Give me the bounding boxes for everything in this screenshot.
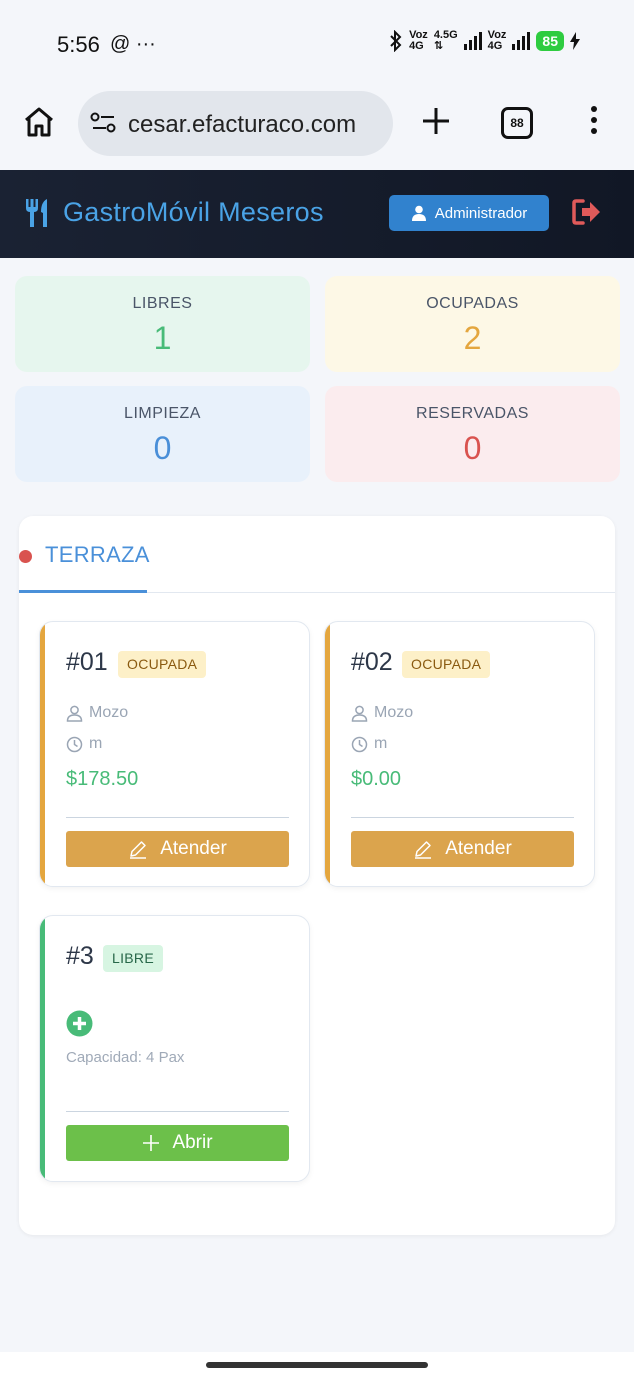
stat-card-cleaning: LIMPIEZA 0: [15, 386, 310, 482]
order-amount: $178.50: [66, 768, 139, 790]
signal-strength-icon: [512, 32, 531, 50]
user-outline-icon: [351, 705, 368, 722]
gesture-handle[interactable]: [206, 1362, 428, 1368]
stat-label: OCUPADAS: [426, 295, 519, 312]
tab-switcher-button[interactable]: 88: [501, 107, 533, 139]
table-capacity: Capacidad: 4 Pax: [66, 1049, 185, 1066]
table-number: #02: [351, 648, 393, 676]
network-label-bottom: 4G: [409, 40, 424, 52]
table-card[interactable]: #3 LIBRE Capacidad: 4 Pax Abrir: [39, 915, 310, 1182]
waiter-name: Mozo: [374, 704, 414, 721]
user-icon: [411, 205, 426, 221]
signal-strength-icon: [463, 32, 482, 50]
app-header: GastroMóvil Meseros Administrador: [0, 170, 634, 258]
active-tab-indicator: [19, 590, 147, 593]
stat-label: RESERVADAS: [416, 405, 529, 422]
elapsed-time: m: [374, 735, 388, 752]
browser-toolbar: cesar.efacturaco.com 88: [0, 88, 634, 170]
pencil-icon: [130, 841, 147, 859]
add-circle-icon[interactable]: [66, 1010, 93, 1037]
clock-icon: [66, 736, 83, 752]
time-row: m: [66, 735, 102, 753]
attend-label: Atender: [445, 838, 512, 859]
network-indicator-3: Voz 4G: [488, 30, 507, 52]
open-table-button[interactable]: Abrir: [66, 1125, 289, 1161]
logout-icon[interactable]: [572, 198, 602, 226]
open-label: Abrir: [172, 1132, 213, 1153]
attend-label: Atender: [160, 838, 227, 859]
stat-value: 0: [153, 430, 172, 466]
status-accent-bar: [40, 916, 45, 1181]
card-divider: [66, 817, 289, 818]
status-indicators: Voz 4G 4.5G ⇅ Voz 4G 85: [389, 30, 580, 52]
navigation-gesture-area: [0, 1352, 634, 1378]
stat-label: LIBRES: [132, 295, 193, 312]
stat-card-reserved: RESERVADAS 0: [325, 386, 620, 482]
network-label-bottom: 4G: [487, 40, 503, 52]
charging-icon: [570, 32, 580, 50]
network-indicator-1: Voz 4G: [409, 30, 428, 52]
network-indicator-2: 4.5G ⇅: [434, 30, 458, 52]
card-divider: [66, 1111, 289, 1112]
status-badge: LIBRE: [103, 945, 163, 972]
url-text: cesar.efacturaco.com: [128, 111, 357, 138]
waiter-row: Mozo: [351, 704, 413, 722]
status-badge: OCUPADA: [402, 651, 491, 678]
table-card[interactable]: #01 OCUPADA Mozo m $178.50 Atender: [39, 621, 310, 887]
pencil-icon: [415, 841, 432, 859]
stat-value: 0: [463, 430, 482, 466]
card-divider: [351, 817, 574, 818]
data-arrows-icon: ⇅: [433, 40, 444, 52]
attend-button[interactable]: Atender: [351, 831, 574, 867]
status-accent-bar: [325, 622, 330, 886]
tab-terraza[interactable]: TERRAZA: [45, 542, 150, 568]
stat-card-busy: OCUPADAS 2: [325, 276, 620, 372]
system-status-bar: 5:56 @ ··· Voz 4G 4.5G ⇅ Voz 4G 85: [0, 0, 634, 88]
plus-icon: [143, 1135, 160, 1151]
app-title: GastroMóvil Meseros: [63, 197, 324, 227]
status-notification-icons: @ ···: [110, 33, 156, 55]
stat-card-free: LIBRES 1: [15, 276, 310, 372]
status-accent-bar: [40, 622, 45, 886]
order-amount: $0.00: [351, 768, 402, 790]
table-card[interactable]: #02 OCUPADA Mozo m $0.00 Atender: [324, 621, 595, 887]
attend-button[interactable]: Atender: [66, 831, 289, 867]
address-bar[interactable]: cesar.efacturaco.com: [78, 91, 393, 156]
waiter-row: Mozo: [66, 704, 128, 722]
user-role-label: Administrador: [434, 204, 528, 222]
clock-icon: [351, 736, 368, 752]
stat-label: LIMPIEZA: [124, 405, 201, 422]
battery-level: 85: [536, 31, 564, 51]
zone-status-dot: [19, 550, 32, 563]
table-number: #01: [66, 648, 108, 676]
waiter-name: Mozo: [89, 704, 129, 721]
browser-menu-icon[interactable]: [586, 106, 602, 138]
home-icon[interactable]: [22, 105, 56, 139]
stat-value: 1: [153, 320, 172, 356]
status-badge: OCUPADA: [118, 651, 207, 678]
new-tab-icon[interactable]: [420, 105, 452, 137]
user-role-button[interactable]: Administrador: [389, 195, 549, 231]
bluetooth-icon: [390, 30, 402, 52]
utensils-icon: [26, 199, 47, 227]
elapsed-time: m: [89, 735, 103, 752]
time-row: m: [351, 735, 387, 753]
site-settings-icon[interactable]: [90, 111, 118, 135]
status-time: 5:56: [57, 32, 100, 57]
stat-value: 2: [463, 320, 482, 356]
user-outline-icon: [66, 705, 83, 722]
table-number: #3: [66, 942, 94, 970]
